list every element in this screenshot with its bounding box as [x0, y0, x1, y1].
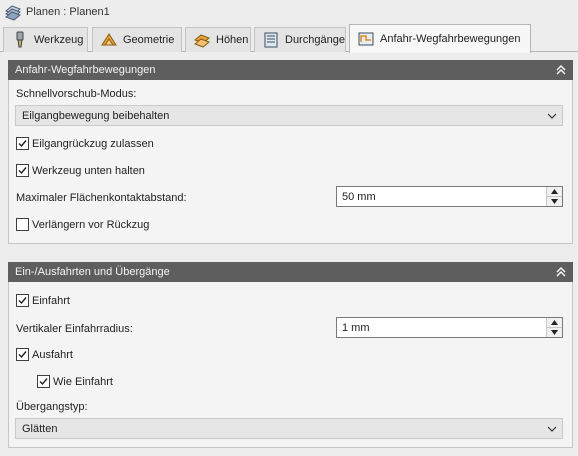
collapse-icon[interactable]: [555, 266, 567, 278]
rapid-mode-value: Eilgangbewegung beibehalten: [22, 109, 170, 122]
spin-arrows[interactable]: [546, 318, 562, 337]
spin-up-icon[interactable]: [547, 187, 562, 196]
keep-tool-down-checkbox[interactable]: [16, 164, 29, 177]
section-header-leads[interactable]: Ein-/Ausfahrten und Übergänge: [8, 262, 573, 282]
max-distance-input[interactable]: 50 mm: [336, 186, 563, 207]
tab-bar: Werkzeug Geometrie Höhen Durchgänge Anfa…: [0, 24, 578, 53]
tool-icon: [16, 31, 24, 48]
max-distance-label: Maximaler Flächenkontaktabstand:: [16, 192, 187, 204]
checkmark-icon: [18, 351, 27, 359]
linking-icon: [358, 32, 374, 46]
chevron-down-icon: [547, 113, 557, 119]
tab-label: Höhen: [216, 34, 249, 46]
same-as-lead-in-label: Wie Einfahrt: [53, 375, 113, 388]
vertical-radius-label: Vertikaler Einfahrradius:: [16, 323, 133, 335]
transition-type-value: Glätten: [22, 422, 58, 435]
section-title: Anfahr-Wegfahrbewegungen: [15, 64, 156, 76]
collapse-icon[interactable]: [555, 64, 567, 76]
vertical-radius-input[interactable]: 1 mm: [336, 317, 563, 338]
heights-icon: [194, 34, 210, 48]
lead-in-checkbox[interactable]: [16, 294, 29, 307]
max-distance-value: 50 mm: [342, 190, 376, 203]
extend-before-retract-label: Verlängern vor Rückzug: [32, 218, 150, 231]
spin-arrows[interactable]: [546, 187, 562, 206]
tab-durchgaenge[interactable]: Durchgänge: [254, 27, 346, 52]
lead-in-row[interactable]: Einfahrt: [16, 294, 70, 307]
keep-tool-down-label: Werkzeug unten halten: [32, 164, 145, 177]
chevron-down-icon: [547, 426, 557, 432]
tab-label: Geometrie: [123, 34, 175, 46]
window-title-bar: Planen : Planen1: [0, 0, 578, 24]
rapid-mode-dropdown[interactable]: Eilgangbewegung beibehalten: [15, 105, 563, 126]
transition-type-label: Übergangstyp:: [16, 401, 88, 413]
same-as-lead-in-row[interactable]: Wie Einfahrt: [37, 375, 113, 388]
keep-tool-down-row[interactable]: Werkzeug unten halten: [16, 164, 145, 177]
transition-type-dropdown[interactable]: Glätten: [15, 418, 563, 439]
tab-anfahr-wegfahrbewegungen[interactable]: Anfahr-Wegfahrbewegungen: [349, 24, 531, 53]
section-title: Ein-/Ausfahrten und Übergänge: [15, 266, 170, 278]
spin-up-icon[interactable]: [547, 318, 562, 327]
extend-before-retract-checkbox[interactable]: [16, 218, 29, 231]
allow-retract-label: Eilgangrückzug zulassen: [32, 137, 154, 150]
tab-werkzeug[interactable]: Werkzeug: [3, 27, 88, 52]
checkmark-icon: [18, 167, 27, 175]
spin-down-icon[interactable]: [547, 327, 562, 336]
tab-label: Anfahr-Wegfahrbewegungen: [380, 33, 521, 45]
extend-before-retract-row[interactable]: Verlängern vor Rückzug: [16, 218, 149, 231]
planes-icon: [5, 5, 21, 21]
allow-retract-checkbox[interactable]: [16, 137, 29, 150]
lead-out-label: Ausfahrt: [32, 348, 73, 361]
vertical-radius-value: 1 mm: [342, 321, 370, 334]
tab-label: Durchgänge: [285, 34, 345, 46]
geometry-icon: [101, 33, 117, 46]
passes-icon: [264, 32, 278, 48]
tab-label: Werkzeug: [34, 34, 84, 46]
checkmark-icon: [18, 297, 27, 305]
tab-hoehen[interactable]: Höhen: [185, 27, 251, 52]
section-header-linking[interactable]: Anfahr-Wegfahrbewegungen: [8, 60, 573, 80]
allow-retract-row[interactable]: Eilgangrückzug zulassen: [16, 137, 154, 150]
tab-geometrie[interactable]: Geometrie: [92, 27, 182, 52]
lead-out-row[interactable]: Ausfahrt: [16, 348, 73, 361]
rapid-mode-label: Schnellvorschub-Modus:: [16, 88, 137, 100]
lead-in-label: Einfahrt: [32, 294, 70, 307]
same-as-lead-in-checkbox[interactable]: [37, 375, 50, 388]
checkmark-icon: [18, 140, 27, 148]
spin-down-icon[interactable]: [547, 196, 562, 205]
window-title: Planen : Planen1: [26, 6, 110, 18]
checkmark-icon: [39, 378, 48, 386]
lead-out-checkbox[interactable]: [16, 348, 29, 361]
